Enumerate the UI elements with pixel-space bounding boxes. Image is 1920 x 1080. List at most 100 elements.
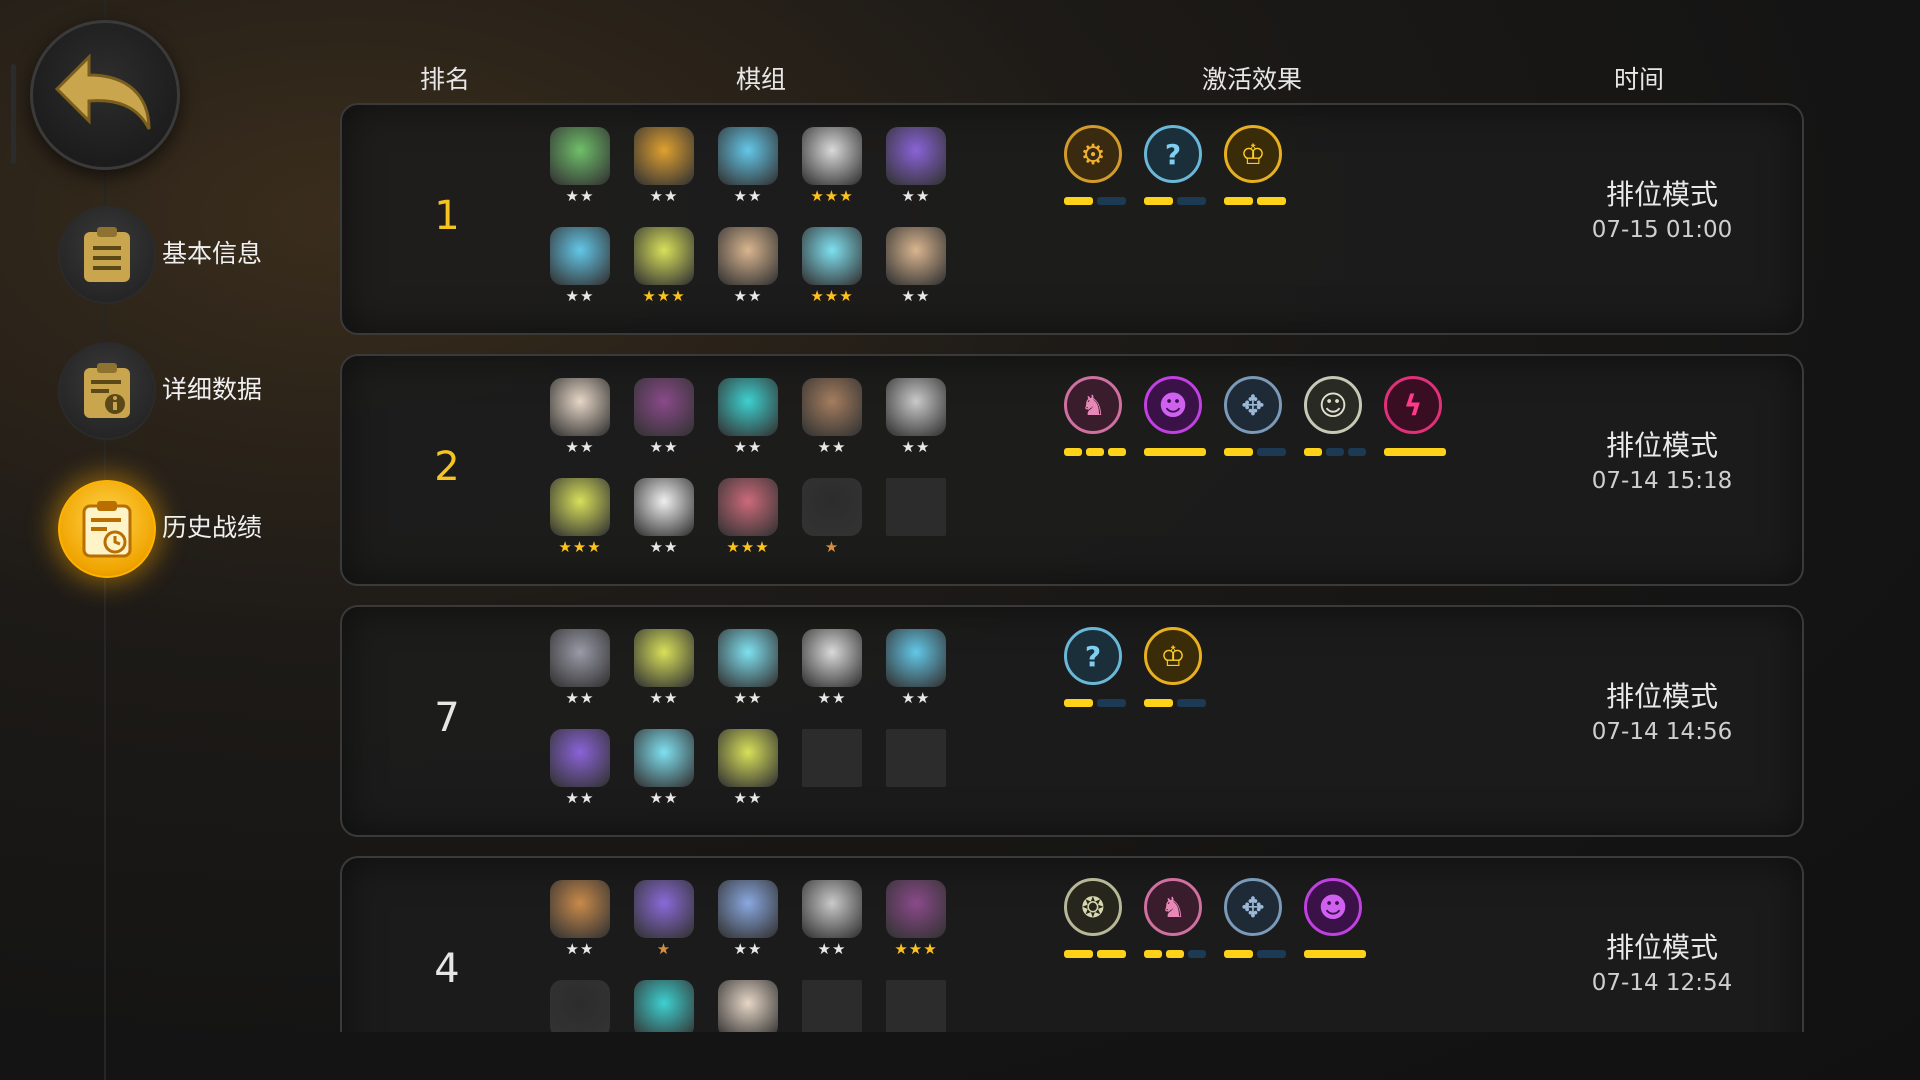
- synergy-effect[interactable]: ❂: [1062, 878, 1126, 964]
- chess-piece-icon: [550, 478, 610, 536]
- unit-portrait[interactable]: ★★★: [548, 478, 612, 562]
- progress-segment: [1188, 950, 1206, 958]
- unit-portrait[interactable]: ★★: [632, 127, 696, 211]
- star-rating: ★★: [733, 438, 763, 456]
- synergy-effect[interactable]: ♞: [1142, 878, 1206, 964]
- game-mode: 排位模式: [1605, 178, 1718, 211]
- unit-portrait[interactable]: ★★★: [884, 880, 948, 964]
- unit-portrait[interactable]: ★★: [884, 378, 948, 462]
- history-row[interactable]: 1 ★★ ★★ ★★ ★★★ ★★ ★★ ★★★ ★★ ★★★ ★★ ⚙? ♔ 排位模式 07-15 01:…: [340, 103, 1804, 335]
- unit-portrait[interactable]: ★★: [716, 880, 780, 964]
- match-time: 07-15 01:00: [1591, 217, 1733, 243]
- unit-portrait[interactable]: ★★: [716, 629, 780, 713]
- synergy-effect[interactable]: ⚙: [1062, 125, 1126, 211]
- synergy-effect[interactable]: ?: [1062, 627, 1126, 713]
- chess-piece-icon: [634, 629, 694, 687]
- empty-slot: [802, 729, 862, 787]
- synergy-icon: ?: [1064, 627, 1122, 685]
- progress-segment: [1086, 448, 1104, 456]
- star-rating: ★★: [733, 940, 763, 958]
- unit-portrait[interactable]: ★★★: [632, 227, 696, 311]
- unit-portrait[interactable]: ★★: [716, 127, 780, 211]
- unit-portrait[interactable]: ★★: [716, 378, 780, 462]
- star-rating: ★★: [649, 538, 679, 556]
- synergy-effect[interactable]: ☻: [1302, 878, 1366, 964]
- empty-unit-slot: [800, 980, 864, 1032]
- unit-portrait[interactable]: ★★: [548, 378, 612, 462]
- synergy-effect[interactable]: ☻: [1142, 376, 1206, 462]
- synergy-icon: ✥: [1224, 376, 1282, 434]
- chess-piece-icon: [634, 980, 694, 1032]
- progress-segment: [1304, 448, 1322, 456]
- synergy-icon: ⚙: [1064, 125, 1122, 183]
- chess-piece-icon: [718, 227, 778, 285]
- synergy-icon: ❂: [1064, 878, 1122, 936]
- star-rating: ★★: [565, 187, 595, 205]
- unit-portrait[interactable]: ★★: [800, 629, 864, 713]
- chess-piece-icon: [634, 378, 694, 436]
- empty-slot: [886, 729, 946, 787]
- synergy-progress: [1384, 448, 1446, 456]
- unit-portrait[interactable]: ★★: [884, 227, 948, 311]
- chess-piece-icon: [802, 478, 862, 536]
- synergy-icon: ♞: [1064, 376, 1122, 434]
- unit-portrait[interactable]: ★★: [800, 378, 864, 462]
- unit-portrait[interactable]: ★★★: [716, 478, 780, 562]
- unit-portrait[interactable]: ★★: [716, 227, 780, 311]
- history-row[interactable]: 4 ★★ ★ ★★ ★★ ★★★ ❂ ♞ ✥ ☻ 排位模式 07-14 12:54: [340, 856, 1804, 1032]
- unit-portrait[interactable]: ★★: [632, 378, 696, 462]
- synergy-effect[interactable]: ✥: [1222, 376, 1286, 462]
- unit-portrait[interactable]: ★★: [548, 127, 612, 211]
- chess-piece-icon: [550, 127, 610, 185]
- unit-portrait[interactable]: ★★: [716, 729, 780, 813]
- history-row[interactable]: 7 ★★ ★★ ★★ ★★ ★★ ★★ ★★ ★★? ♔ 排位模式 07-14 14:56: [340, 605, 1804, 837]
- synergy-effect[interactable]: ?: [1142, 125, 1206, 211]
- chess-piece-icon: [886, 629, 946, 687]
- unit-portrait[interactable]: ★★: [884, 629, 948, 713]
- unit-portrait[interactable]: ★★★: [800, 127, 864, 211]
- synergy-effect[interactable]: ☺: [1302, 376, 1366, 462]
- progress-segment: [1064, 950, 1093, 958]
- history-list[interactable]: 1 ★★ ★★ ★★ ★★★ ★★ ★★ ★★★ ★★ ★★★ ★★ ⚙? ♔ 排位模式 07-15 01:…: [0, 0, 1920, 1032]
- synergy-effect[interactable]: ϟ: [1382, 376, 1446, 462]
- synergy-effect[interactable]: ✥: [1222, 878, 1286, 964]
- unit-portrait[interactable]: ★★: [548, 729, 612, 813]
- unit-portrait[interactable]: ★: [632, 880, 696, 964]
- star-rating: ★★: [733, 789, 763, 807]
- unit-portrait[interactable]: [632, 980, 696, 1032]
- synergy-progress: [1064, 699, 1126, 707]
- star-rating: ★★★: [810, 187, 854, 205]
- unit-portrait[interactable]: ★★: [548, 629, 612, 713]
- star-rating: ★★: [649, 789, 679, 807]
- unit-portrait[interactable]: ★★: [800, 880, 864, 964]
- progress-segment: [1257, 197, 1286, 205]
- unit-portrait[interactable]: ★★: [632, 478, 696, 562]
- unit-portrait[interactable]: ★★: [632, 629, 696, 713]
- unit-portrait[interactable]: [548, 980, 612, 1032]
- unit-portrait[interactable]: ★★★: [800, 227, 864, 311]
- rank-number: 7: [434, 695, 460, 741]
- unit-portrait[interactable]: [716, 980, 780, 1032]
- star-rating: ★★: [565, 940, 595, 958]
- synergy-progress: [1224, 448, 1286, 456]
- chess-piece-icon: [718, 629, 778, 687]
- progress-segment: [1166, 950, 1184, 958]
- synergy-icon: ♔: [1144, 627, 1202, 685]
- synergy-effect[interactable]: ♔: [1142, 627, 1206, 713]
- unit-portrait[interactable]: ★★: [548, 880, 612, 964]
- game-mode: 排位模式: [1605, 680, 1718, 713]
- unit-portrait[interactable]: ★: [800, 478, 864, 562]
- chess-piece-icon: [718, 729, 778, 787]
- synergy-effect[interactable]: ♞: [1062, 376, 1126, 462]
- chess-piece-icon: [634, 227, 694, 285]
- unit-portrait[interactable]: ★★: [548, 227, 612, 311]
- synergy-effect[interactable]: ♔: [1222, 125, 1286, 211]
- unit-portrait[interactable]: ★★: [632, 729, 696, 813]
- history-row[interactable]: 2 ★★ ★★ ★★ ★★ ★★ ★★★ ★★ ★★★ ★ ♞ ☻ ✥ ☺ ϟ 排位模式 07-14 15:18: [340, 354, 1804, 586]
- star-rating: ★★: [565, 689, 595, 707]
- match-time: 07-14 15:18: [1591, 468, 1733, 494]
- unit-portrait[interactable]: ★★: [884, 127, 948, 211]
- progress-segment: [1064, 699, 1093, 707]
- empty-slot: [886, 478, 946, 536]
- progress-segment: [1224, 448, 1253, 456]
